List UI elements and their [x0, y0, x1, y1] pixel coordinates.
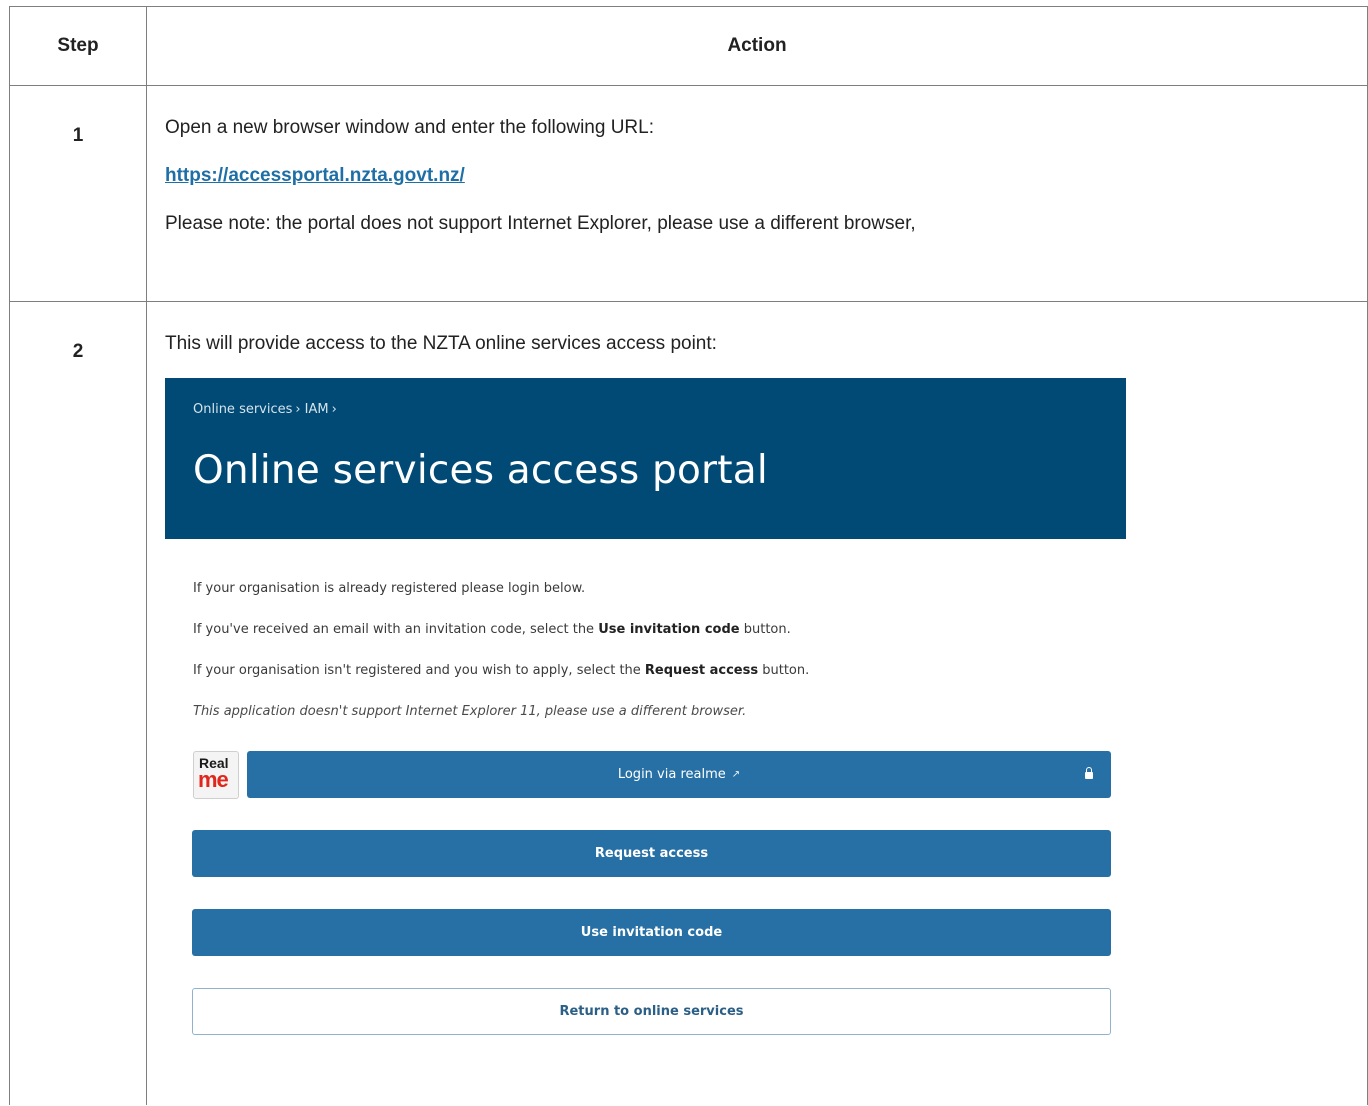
login-intro-text: If your organisation is already register… [193, 581, 586, 596]
table-row: 1 Open a new browser window and enter th… [9, 85, 1368, 302]
realme-logo: Real me [193, 751, 239, 799]
portal-header-banner: Online services › IAM › Online services acc… [165, 378, 1126, 539]
step-column-header: Step [9, 6, 147, 86]
table-row: 2 This will provide access to the NZTA o… [9, 301, 1368, 1105]
action-column-header: Action [146, 6, 1368, 86]
step-number: 1 [9, 85, 147, 302]
invitation-info-text: If you've received an email with an invi… [193, 622, 791, 637]
use-invitation-code-button[interactable]: Use invitation code [192, 909, 1111, 956]
step-number: 2 [9, 301, 147, 1105]
page-title: Online services access portal [193, 448, 768, 493]
ie-support-note: This application doesn't support Interne… [193, 704, 747, 719]
portal-url-link[interactable]: https://accessportal.nzta.govt.nz/ [165, 165, 465, 186]
request-access-button[interactable]: Request access [192, 830, 1111, 877]
lock-icon [1085, 767, 1093, 779]
portal-screenshot: Online services › IAM › Online services acc… [165, 378, 1126, 1048]
external-link-icon: ↗ [731, 769, 741, 780]
request-info-text: If your organisation isn't registered an… [193, 663, 810, 678]
browser-note-text: Please note: the portal does not support… [165, 213, 916, 234]
login-button-label: Login via realme [617, 767, 726, 782]
action-cell: Open a new browser window and enter the … [146, 85, 1368, 302]
breadcrumb-separator: › [295, 402, 301, 417]
instruction-text: This will provide access to the NZTA onl… [165, 333, 717, 354]
breadcrumb: Online services › IAM › [193, 402, 341, 417]
login-via-realme-button[interactable]: Login via realme ↗ [247, 751, 1111, 798]
instruction-text: Open a new browser window and enter the … [165, 117, 654, 138]
breadcrumb-separator: › [331, 402, 337, 417]
steps-table: Step Action 1 Open a new browser window … [9, 6, 1368, 1105]
table-header-row: Step Action [9, 6, 1368, 86]
breadcrumb-iam[interactable]: IAM [305, 402, 329, 417]
breadcrumb-online-services[interactable]: Online services [193, 402, 292, 417]
action-cell: This will provide access to the NZTA onl… [146, 301, 1368, 1105]
return-to-online-services-button[interactable]: Return to online services [192, 988, 1111, 1035]
